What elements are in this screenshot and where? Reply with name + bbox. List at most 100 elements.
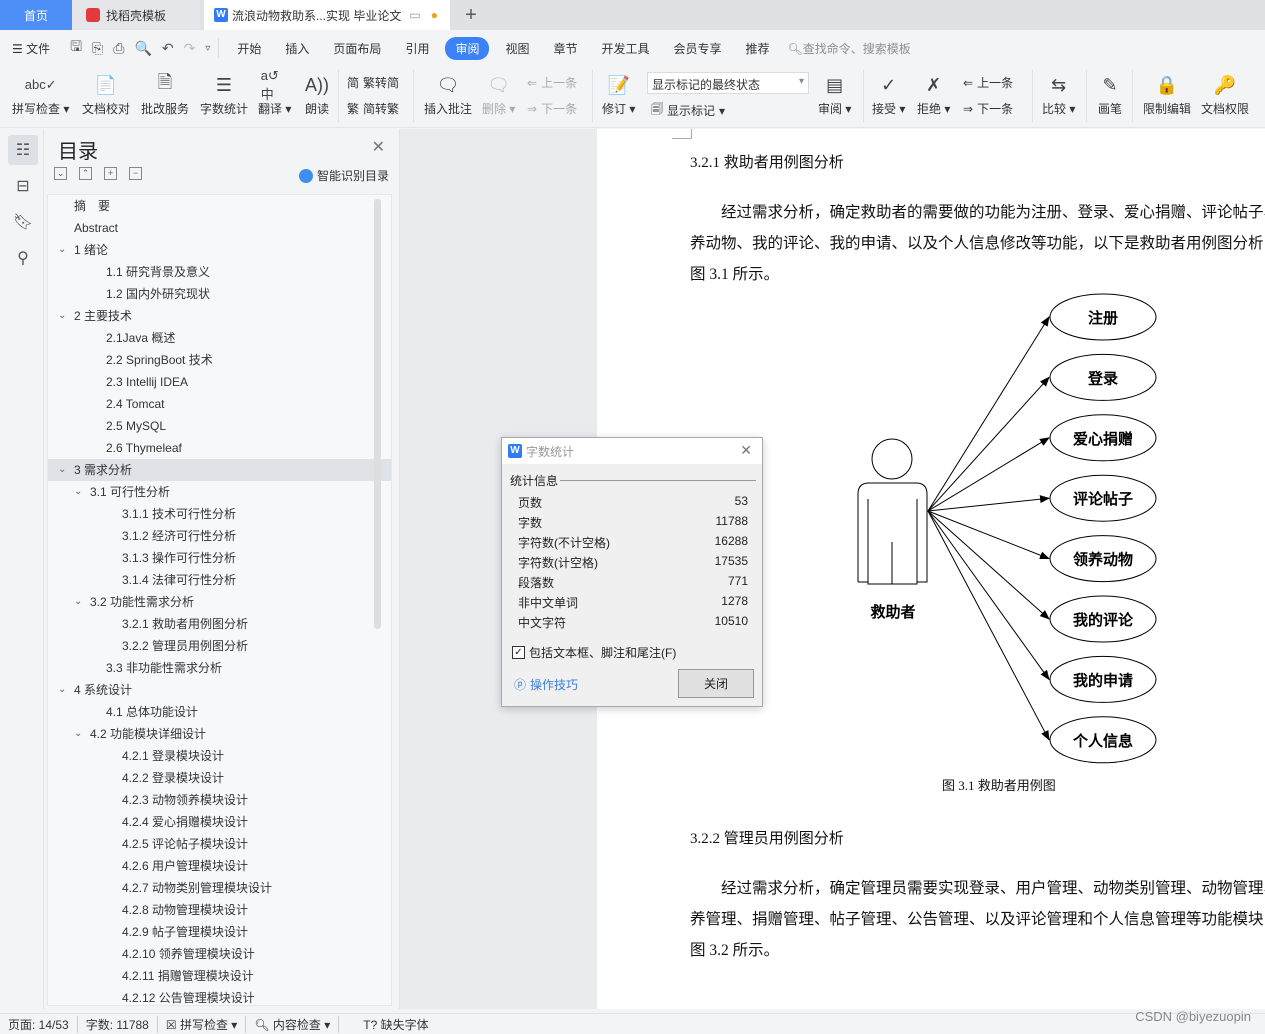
missing-font-status[interactable]: T? 缺失字体 — [355, 1016, 436, 1033]
collapse-all-icon[interactable]: ⌃ — [79, 167, 92, 180]
word-count-button[interactable]: ☰ 字数统计 — [200, 72, 248, 117]
chevron-down-icon[interactable]: ⌄ — [74, 591, 82, 613]
toc-item[interactable]: 1.2 国内外研究现状 — [48, 283, 391, 305]
spell-check-button[interactable]: abc✓ 拼写检查 ▾ — [12, 72, 69, 117]
toc-item[interactable]: 4.2.2 登录模块设计 — [48, 767, 391, 789]
toc-item[interactable]: 4.1 总体功能设计 — [48, 701, 391, 723]
toc-item[interactable]: 3.1.2 经济可行性分析 — [48, 525, 391, 547]
toc-item[interactable]: 4.2.6 用户管理模块设计 — [48, 855, 391, 877]
chevron-down-icon[interactable]: ⌄ — [74, 723, 82, 745]
toc-item[interactable]: ⌄ 4.2 功能模块详细设计 — [48, 723, 391, 745]
tips-link[interactable]: ⓟ 操作技巧 — [514, 676, 578, 693]
toc-item[interactable]: 3.2.2 管理员用例图分析 — [48, 635, 391, 657]
close-button[interactable]: 关闭 — [678, 669, 754, 698]
menu-references[interactable]: 引用 — [393, 40, 441, 57]
toc-item[interactable]: ⌄ 2 主要技术 — [48, 305, 391, 327]
word-count-indicator[interactable]: 字数: 11788 — [78, 1015, 158, 1033]
toc-item[interactable]: 2.2 SpringBoot 技术 — [48, 349, 391, 371]
toc-item[interactable]: 4.2.1 登录模块设计 — [48, 745, 391, 767]
bookmark-icon[interactable]: 🔖︎ — [8, 207, 38, 237]
spell-check-status[interactable]: ☒ 拼写检查 ▾ — [158, 1015, 247, 1033]
toc-item[interactable]: 2.5 MySQL — [48, 415, 391, 437]
chevron-down-icon[interactable]: ⌄ — [58, 239, 66, 261]
menu-member[interactable]: 会员专享 — [662, 40, 734, 57]
review-pane-button[interactable]: ▤ 审阅 ▾ — [818, 72, 851, 117]
delete-comment-button[interactable]: 🗨 删除 ▾ — [482, 72, 515, 117]
menu-start[interactable]: 开始 — [225, 40, 273, 57]
toc-item[interactable]: 2.3 Intellij IDEA — [48, 371, 391, 393]
compare-button[interactable]: ⇆ 比较 ▾ — [1042, 72, 1075, 117]
translate-button[interactable]: a↺中 翻译 ▾ — [258, 68, 291, 117]
print-icon[interactable]: ⎙ — [113, 40, 124, 57]
toc-item[interactable]: 2.1Java 概述 — [48, 327, 391, 349]
chevron-down-icon[interactable]: ⌄ — [74, 481, 82, 503]
chevron-down-icon[interactable]: ⌄ — [58, 305, 66, 327]
toc-item[interactable]: 4.2.9 帖子管理模块设计 — [48, 921, 391, 943]
toc-item[interactable]: ⌄ 4 系统设计 — [48, 679, 391, 701]
find-icon[interactable]: ⚲ — [8, 243, 38, 273]
toc-item[interactable]: ⌄ 3.1 可行性分析 — [48, 481, 391, 503]
chevron-down-icon[interactable]: ⌄ — [58, 459, 66, 481]
insert-comment-button[interactable]: 🗨 插入批注 — [424, 72, 472, 117]
toc-item[interactable]: 3.3 非功能性需求分析 — [48, 657, 391, 679]
toc-item[interactable]: 4.2.10 领养管理模块设计 — [48, 943, 391, 965]
menu-chapter[interactable]: 章节 — [541, 40, 589, 57]
toc-pane-icon[interactable]: ☷ — [8, 135, 38, 165]
doc-proof-button[interactable]: 📄 文档校对 — [82, 72, 130, 117]
menu-review[interactable]: 审阅 — [445, 36, 490, 60]
toc-item[interactable]: 1.1 研究背景及意义 — [48, 261, 391, 283]
command-search[interactable]: 🔍︎查找命令、搜索模板 — [788, 40, 911, 57]
tab-document[interactable]: W 流浪动物救助系...实现 毕业论文 ▭ ● — [204, 0, 450, 30]
include-textbox-checkbox[interactable]: ✓ 包括文本框、脚注和尾注(F) — [512, 644, 676, 661]
toc-item[interactable]: ⌄ 3 需求分析 — [48, 459, 391, 481]
restrict-edit-button[interactable]: 🔒 限制编辑 — [1143, 72, 1191, 117]
file-menu[interactable]: ☰ 文件 — [0, 40, 62, 57]
redo-icon[interactable]: ↷ — [184, 40, 196, 57]
markup-state-select[interactable]: 显示标记的最终状态 — [647, 72, 809, 94]
menu-recommend[interactable]: 推荐 — [734, 40, 782, 57]
save-icon[interactable]: 🖫 — [70, 36, 82, 60]
demote-icon[interactable]: − — [129, 167, 142, 180]
close-icon[interactable]: ✕ — [372, 137, 385, 157]
expand-all-icon[interactable]: ⌄ — [54, 167, 67, 180]
content-check-status[interactable]: 🔍︎ 内容检查 ▾ — [246, 1015, 340, 1033]
chevron-down-icon[interactable]: ⌄ — [58, 679, 66, 701]
dialog-titlebar[interactable]: W 字数统计 — [502, 438, 762, 464]
next-change-button[interactable]: ⇒ 下一条 — [963, 100, 1013, 117]
tab-template[interactable]: 找稻壳模板 — [72, 0, 200, 30]
prev-comment-button[interactable]: ⇐ 上一条 — [527, 74, 577, 91]
menu-dev-tools[interactable]: 开发工具 — [590, 40, 662, 57]
prev-change-button[interactable]: ⇐ 上一条 — [963, 74, 1013, 91]
screen-icon[interactable]: ▭ — [409, 8, 420, 22]
toc-item[interactable]: ⌄ 1 绪论 — [48, 239, 391, 261]
customize-chevron-icon[interactable]: ▿ — [205, 43, 210, 54]
next-comment-button[interactable]: ⇒ 下一条 — [527, 100, 577, 117]
toc-item[interactable]: 3.1.4 法律可行性分析 — [48, 569, 391, 591]
toc-item[interactable]: Abstract — [48, 217, 391, 239]
toc-item[interactable]: 4.2.5 评论帖子模块设计 — [48, 833, 391, 855]
menu-page-layout[interactable]: 页面布局 — [321, 40, 393, 57]
toc-item[interactable]: 3.1.1 技术可行性分析 — [48, 503, 391, 525]
toc-item[interactable]: 4.2.7 动物类别管理模块设计 — [48, 877, 391, 899]
toc-scrollbar[interactable] — [374, 199, 381, 629]
print-preview-icon[interactable]: 🔍 — [134, 40, 151, 57]
toc-item[interactable]: 4.2.4 爱心捐赠模块设计 — [48, 811, 391, 833]
page-indicator[interactable]: 页面: 14/53 — [0, 1015, 78, 1033]
menu-insert[interactable]: 插入 — [273, 40, 321, 57]
toc-item[interactable]: 摘 要 — [48, 195, 391, 217]
nav-pane-icon[interactable]: ⊟ — [8, 171, 38, 201]
track-changes-button[interactable]: 📝 修订 ▾ — [602, 72, 635, 117]
tab-home[interactable]: 首页 — [0, 0, 72, 30]
undo-icon[interactable]: ↶ — [162, 40, 174, 57]
accept-button[interactable]: ✓ 接受 ▾ — [872, 72, 905, 117]
toc-item[interactable]: 3.1.3 操作可行性分析 — [48, 547, 391, 569]
menu-view[interactable]: 视图 — [493, 40, 541, 57]
revise-service-button[interactable]: 🗎 批改服务 — [141, 72, 189, 117]
toc-item[interactable]: ⌄ 3.2 功能性需求分析 — [48, 591, 391, 613]
toc-item[interactable]: 4.2.12 公告管理模块设计 — [48, 987, 391, 1005]
toc-item[interactable]: 4.2.11 捐赠管理模块设计 — [48, 965, 391, 987]
toc-item[interactable]: 4.2.3 动物领养模块设计 — [48, 789, 391, 811]
simp-to-trad-button[interactable]: 繁简转繁 — [347, 100, 399, 117]
toc-item[interactable]: 4.2.8 动物管理模块设计 — [48, 899, 391, 921]
doc-permission-button[interactable]: 🔑 文档权限 — [1201, 72, 1249, 117]
